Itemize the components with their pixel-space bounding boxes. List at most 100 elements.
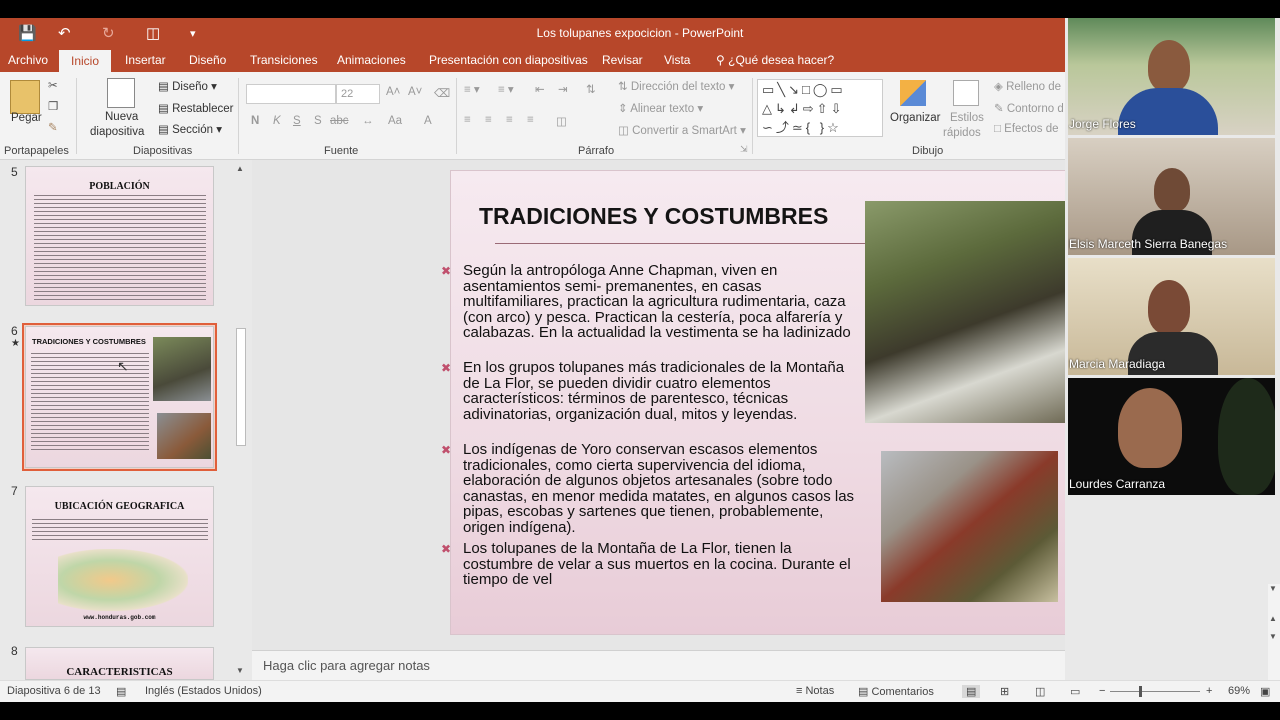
slide-photo-people-forest[interactable] <box>865 201 1067 423</box>
section-button[interactable]: ▤ Sección ▾ <box>158 122 222 136</box>
tab-transiciones[interactable]: Transiciones <box>250 53 318 67</box>
arrange-icon[interactable] <box>900 80 926 106</box>
participant-tile[interactable]: Elsis Marceth Sierra Banegas <box>1068 138 1275 255</box>
quick-styles-icon[interactable] <box>953 80 979 106</box>
tab-presentacion[interactable]: Presentación con diapositivas <box>429 53 588 67</box>
shape-outline-button[interactable]: ✎ Contorno d <box>994 101 1064 115</box>
tab-animaciones[interactable]: Animaciones <box>337 53 406 67</box>
ribbon-tabs: Archivo Inicio Insertar Diseño Transicio… <box>0 48 1065 72</box>
zoom-slider[interactable] <box>1110 691 1200 692</box>
tell-me-search[interactable]: ⚲ ¿Qué desea hacer? <box>716 53 834 67</box>
new-slide-label-2[interactable]: diapositiva <box>90 126 144 138</box>
slide-title[interactable]: TRADICIONES Y COSTUMBRES <box>479 203 828 230</box>
underline-button[interactable]: S <box>293 115 301 127</box>
character-spacing-icon[interactable]: ↔ <box>362 115 374 127</box>
notes-toggle[interactable]: ≡ Notas <box>796 685 834 697</box>
arrange-button[interactable]: Organizar <box>890 112 941 124</box>
font-color-icon[interactable]: A <box>424 115 432 127</box>
tab-inicio[interactable]: Inicio <box>59 50 112 72</box>
language-indicator[interactable]: Inglés (Estados Unidos) <box>145 685 262 697</box>
notes-placeholder[interactable]: Haga clic para agregar notas <box>263 658 430 673</box>
fit-slide-icon[interactable]: ▣ <box>1260 685 1270 698</box>
font-name-input[interactable] <box>246 84 336 104</box>
notes-pane[interactable]: Haga clic para agregar notas <box>252 650 1065 680</box>
smartart-button[interactable]: ◫ Convertir a SmartArt ▾ <box>618 123 746 137</box>
format-painter-icon[interactable]: ✎ <box>48 120 58 134</box>
comments-toggle[interactable]: ▤ Comentarios <box>858 685 934 698</box>
tab-archivo[interactable]: Archivo <box>8 53 48 67</box>
slide-thumbnail-5[interactable]: POBLACIÓN <box>25 166 214 306</box>
participant-tile[interactable]: Jorge Flores <box>1068 18 1275 135</box>
align-right-icon[interactable]: ≡ <box>506 114 513 126</box>
clear-format-icon[interactable]: ⌫ <box>434 86 450 100</box>
quick-styles-label[interactable]: Estilos <box>950 112 984 124</box>
quick-styles-label-2[interactable]: rápidos <box>943 127 981 139</box>
text-direction-button[interactable]: ⇅ Dirección del texto ▾ <box>618 79 734 93</box>
strikethrough-button[interactable]: abc <box>330 115 349 127</box>
tab-vista[interactable]: Vista <box>664 53 690 67</box>
zoom-level[interactable]: 69% <box>1228 685 1250 697</box>
copy-icon[interactable]: ❐ <box>48 99 58 113</box>
font-size-input[interactable]: 22 <box>336 84 380 104</box>
shapes-gallery[interactable]: ▭╲↘□◯▭ △↳↲⇨⇧⇩ ∽⤴≃{ }☆ <box>757 79 883 137</box>
increase-indent-icon[interactable]: ⇥ <box>558 82 568 96</box>
scroll-up-icon[interactable]: ▲ <box>236 164 244 173</box>
paste-icon[interactable] <box>10 80 40 114</box>
new-slide-label[interactable]: Nueva <box>105 111 138 123</box>
align-center-icon[interactable]: ≡ <box>485 114 492 126</box>
columns-icon[interactable]: ◫ <box>556 114 567 128</box>
numbering-icon[interactable]: ≡ ▾ <box>498 82 514 96</box>
scroll-thumb[interactable] <box>236 328 246 446</box>
scroll-up-icon[interactable]: ▲ <box>1269 614 1277 623</box>
italic-button[interactable]: K <box>273 115 281 127</box>
participant-tile[interactable]: Marcia Maradiaga <box>1068 258 1275 375</box>
justify-icon[interactable]: ≡ <box>527 114 534 126</box>
slide-thumbnail-8[interactable]: CARACTERISTICAS <box>25 647 214 680</box>
lightbulb-icon: ⚲ <box>716 53 725 67</box>
new-slide-icon[interactable] <box>107 78 135 108</box>
slide-bullet-4[interactable]: ✖ Los tolupanes de la Montaña de La Flor,… <box>441 541 863 588</box>
tab-revisar[interactable]: Revisar <box>602 53 643 67</box>
scroll-down-icon[interactable]: ▼ <box>236 666 244 675</box>
comments-label: Comentarios <box>871 686 934 698</box>
shape-effects-button[interactable]: □ Efectos de <box>994 123 1059 135</box>
normal-view-icon[interactable]: ▤ <box>962 685 981 698</box>
shadow-button[interactable]: S <box>314 115 322 127</box>
current-slide[interactable]: TRADICIONES Y COSTUMBRES ✖ Según la antro… <box>441 170 1069 635</box>
slide-bullet-2[interactable]: ✖ En los grupos tolupanes más tradicional… <box>441 360 863 422</box>
cut-icon[interactable]: ✂ <box>48 78 58 92</box>
scroll-down-icon[interactable]: ▼ <box>1269 584 1277 593</box>
align-left-icon[interactable]: ≡ <box>464 114 471 126</box>
line-spacing-icon[interactable]: ⇅ <box>586 82 596 96</box>
slide-bullet-1[interactable]: ✖ Según la antropóloga Anne Chapman, vive… <box>441 263 863 341</box>
align-text-button[interactable]: ⇕ Alinear texto ▾ <box>618 101 703 115</box>
slide-thumbnail-6[interactable]: TRADICIONES Y COSTUMBRES <box>25 326 214 468</box>
zoom-slider-thumb[interactable] <box>1139 686 1142 697</box>
participant-tile[interactable]: Lourdes Carranza <box>1068 378 1275 495</box>
slide-photo-basket-weaving[interactable] <box>881 451 1058 602</box>
zoom-in-icon[interactable]: + <box>1206 685 1212 697</box>
zoom-out-icon[interactable]: − <box>1099 685 1105 697</box>
change-case-button[interactable]: Aa <box>388 115 402 127</box>
thumbnail-scrollbar[interactable]: ▲ ▼ <box>234 160 248 680</box>
editor-scrollbar[interactable]: ▼ ▲ ▼ <box>1268 584 1280 680</box>
slideshow-icon[interactable]: ▭ <box>1070 685 1080 698</box>
decrease-indent-icon[interactable]: ⇤ <box>535 82 545 96</box>
slide-sorter-icon[interactable]: ⊞ <box>1000 685 1009 698</box>
grow-font-icon[interactable]: A˄ <box>386 86 400 98</box>
spellcheck-icon[interactable]: ▤ <box>116 685 126 698</box>
tab-insertar[interactable]: Insertar <box>125 53 166 67</box>
layout-button[interactable]: ▤ Diseño ▾ <box>158 79 217 93</box>
shrink-font-icon[interactable]: A˅ <box>408 86 422 98</box>
slide-bullet-3[interactable]: ✖ Los indígenas de Yoro conservan escasos… <box>441 442 863 536</box>
slide-thumbnail-7[interactable]: UBICACIÓN GEOGRAFICA www.honduras.gob.co… <box>25 486 214 627</box>
reset-button[interactable]: ▤ Restablecer <box>158 101 233 115</box>
tab-diseno[interactable]: Diseño <box>189 53 226 67</box>
bullets-icon[interactable]: ≡ ▾ <box>464 82 480 96</box>
bold-button[interactable]: N <box>251 115 259 127</box>
paragraph-launcher-icon[interactable]: ⇲ <box>740 144 748 155</box>
reading-view-icon[interactable]: ◫ <box>1035 685 1045 698</box>
shape-fill-button[interactable]: ◈ Relleno de <box>994 79 1061 93</box>
scroll-down-icon[interactable]: ▼ <box>1269 632 1277 641</box>
paste-button[interactable]: Pegar <box>11 112 42 124</box>
